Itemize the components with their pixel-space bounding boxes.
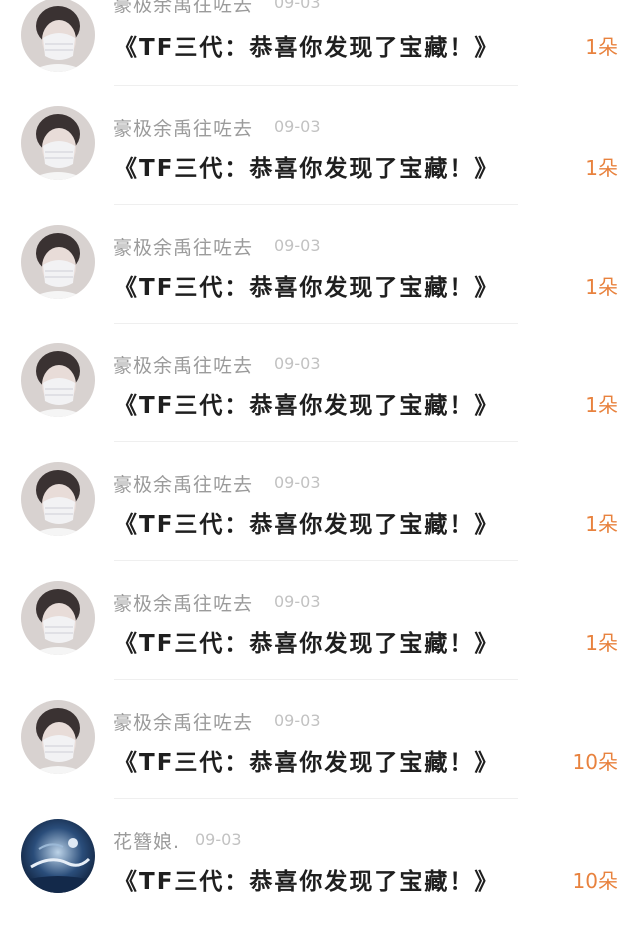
avatar[interactable] xyxy=(21,700,95,774)
row-divider xyxy=(114,679,518,680)
gift-count: 1朵 xyxy=(585,275,618,299)
masked-person-avatar-icon xyxy=(21,343,95,417)
comment-row[interactable]: 豪极余禹往咗去 09-03 《TF三代：恭喜你发现了宝藏！》 10朵 xyxy=(0,698,640,816)
comment-date: 09-03 xyxy=(274,117,321,136)
avatar[interactable] xyxy=(21,225,95,299)
comment-row[interactable]: 豪极余禹往咗去 09-03 《TF三代：恭喜你发现了宝藏！》 1朵 xyxy=(0,223,640,341)
comment-message: 《TF三代：恭喜你发现了宝藏！》 xyxy=(114,750,500,776)
gift-count: 1朵 xyxy=(585,35,618,59)
avatar[interactable] xyxy=(21,0,95,72)
comment-date: 09-03 xyxy=(274,354,321,373)
comment-row[interactable]: 花簪娘. 09-03 《TF三代：恭喜你发现了宝藏！》 10朵 xyxy=(0,817,640,935)
comment-row[interactable]: 豪极余禹往咗去 09-03 《TF三代：恭喜你发现了宝藏！》 1朵 xyxy=(0,579,640,697)
avatar[interactable] xyxy=(21,343,95,417)
comment-message: 《TF三代：恭喜你发现了宝藏！》 xyxy=(114,275,500,301)
row-divider xyxy=(114,323,518,324)
comment-date: 09-03 xyxy=(274,711,321,730)
username[interactable]: 豪极余禹往咗去 xyxy=(113,470,253,497)
avatar[interactable] xyxy=(21,462,95,536)
comment-row[interactable]: 豪极余禹往咗去 09-03 《TF三代：恭喜你发现了宝藏！》 1朵 xyxy=(0,104,640,222)
username[interactable]: 豪极余禹往咗去 xyxy=(113,351,253,378)
row-divider xyxy=(114,560,518,561)
avatar[interactable] xyxy=(21,106,95,180)
masked-person-avatar-icon xyxy=(21,581,95,655)
comment-message: 《TF三代：恭喜你发现了宝藏！》 xyxy=(114,512,500,538)
comment-row[interactable]: 豪极余禹往咗去 09-03 《TF三代：恭喜你发现了宝藏！》 1朵 xyxy=(0,341,640,459)
comment-row[interactable]: 豪极余禹往咗去 09-03 《TF三代：恭喜你发现了宝藏！》 1朵 xyxy=(0,460,640,578)
username[interactable]: 花簪娘. xyxy=(113,827,180,854)
gift-count: 1朵 xyxy=(585,393,618,417)
row-divider xyxy=(114,85,518,86)
username[interactable]: 豪极余禹往咗去 xyxy=(113,114,253,141)
comment-message: 《TF三代：恭喜你发现了宝藏！》 xyxy=(114,156,500,182)
masked-person-avatar-icon xyxy=(21,700,95,774)
avatar[interactable] xyxy=(21,581,95,655)
comment-message: 《TF三代：恭喜你发现了宝藏！》 xyxy=(114,631,500,657)
masked-person-avatar-icon xyxy=(21,462,95,536)
comment-message: 《TF三代：恭喜你发现了宝藏！》 xyxy=(114,869,500,895)
comment-date: 09-03 xyxy=(274,592,321,611)
username[interactable]: 豪极余禹往咗去 xyxy=(113,708,253,735)
row-divider xyxy=(114,441,518,442)
comment-date: 09-03 xyxy=(274,473,321,492)
username[interactable]: 豪极余禹往咗去 xyxy=(113,233,253,260)
comment-message: 《TF三代：恭喜你发现了宝藏！》 xyxy=(114,393,500,419)
row-divider xyxy=(114,798,518,799)
comment-date: 09-03 xyxy=(274,236,321,255)
gift-count: 1朵 xyxy=(585,512,618,536)
row-divider xyxy=(114,204,518,205)
comment-date: 09-03 xyxy=(274,0,321,12)
username[interactable]: 豪极余禹往咗去 xyxy=(113,589,253,616)
gift-count: 1朵 xyxy=(585,156,618,180)
username[interactable]: 豪极余禹往咗去 xyxy=(113,0,253,17)
masked-person-avatar-icon xyxy=(21,0,95,72)
gift-count: 10朵 xyxy=(572,869,618,893)
masked-person-avatar-icon xyxy=(21,225,95,299)
blue-scene-avatar-icon xyxy=(21,819,95,893)
avatar[interactable] xyxy=(21,819,95,893)
gift-count: 1朵 xyxy=(585,631,618,655)
masked-person-avatar-icon xyxy=(21,106,95,180)
gift-count: 10朵 xyxy=(572,750,618,774)
comment-message: 《TF三代：恭喜你发现了宝藏！》 xyxy=(114,35,500,61)
comment-date: 09-03 xyxy=(195,830,242,849)
comment-row[interactable]: 豪极余禹往咗去 09-03 《TF三代：恭喜你发现了宝藏！》 1朵 xyxy=(0,0,640,86)
